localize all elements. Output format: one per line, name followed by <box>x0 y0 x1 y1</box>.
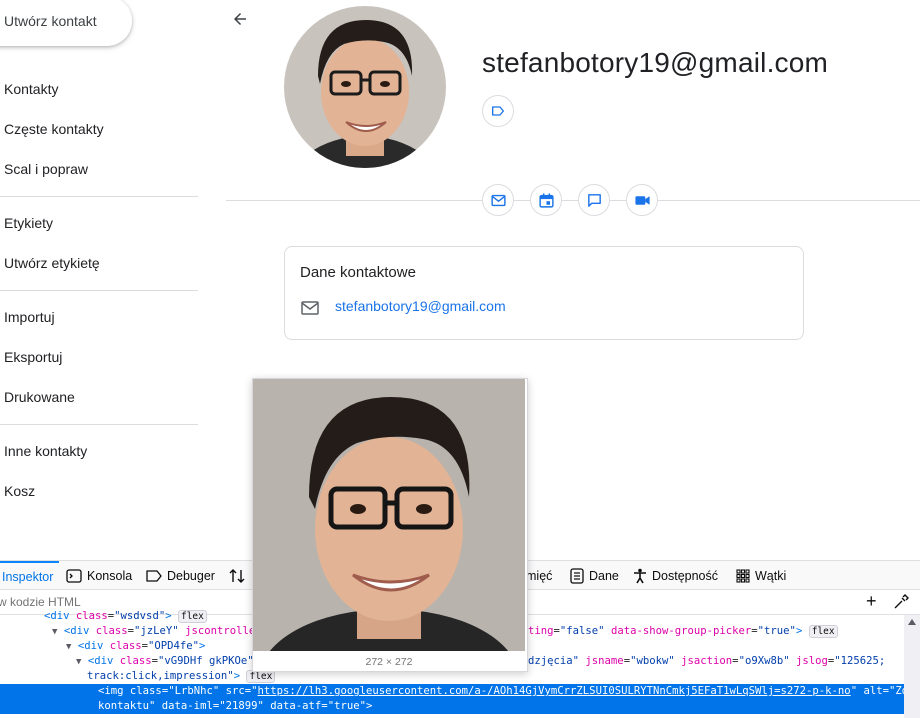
image-preview-tooltip: 272 × 272 <box>252 378 528 672</box>
contact-name: stefanbotory19@gmail.com <box>482 47 829 78</box>
tab-accessibility[interactable]: Dostępność <box>633 561 718 590</box>
tab-application[interactable]: Wątki <box>736 561 786 590</box>
create-contact-button[interactable]: Utwórz kontakt <box>0 0 132 46</box>
accessibility-icon <box>634 568 646 583</box>
contact-details-card: Dane kontaktowe stefanbotory19@gmail.com <box>284 246 804 340</box>
scroll-up-arrow-icon[interactable] <box>908 619 916 625</box>
arrow-left-icon[interactable] <box>231 10 249 28</box>
header-divider <box>226 200 920 201</box>
console-icon <box>66 568 82 583</box>
card-title: Dane kontaktowe <box>300 264 416 281</box>
sidebar-item-import[interactable]: Importuj <box>4 308 55 326</box>
sidebar-item-merge-fix[interactable]: Scal i popraw <box>4 160 88 178</box>
tab-accessibility-label: Dostępność <box>652 568 719 583</box>
markup-line-tail[interactable]: dzjęcia" jsname="wbokw" jsaction="o9Xw8b… <box>528 654 904 669</box>
sidebar-divider <box>0 424 198 425</box>
sidebar-divider <box>0 290 198 291</box>
sidebar-item-trash[interactable]: Kosz <box>4 482 35 500</box>
image-dimensions: 272 × 272 <box>365 656 413 668</box>
video-call-button[interactable] <box>626 184 658 216</box>
tab-application-label: Wątki <box>755 568 787 583</box>
label-button[interactable] <box>482 95 514 127</box>
eyedropper-icon[interactable] <box>893 594 909 610</box>
tab-debugger[interactable]: Debuger <box>146 561 215 590</box>
add-node-icon[interactable]: + <box>866 592 877 610</box>
application-icon <box>736 568 750 583</box>
sidebar-item-frequent[interactable]: Częste kontakty <box>4 120 104 138</box>
sidebar-item-labels[interactable]: Etykiety <box>4 214 53 232</box>
sidebar-item-print[interactable]: Drukowane <box>4 388 75 406</box>
sidebar-item-create-label[interactable]: Utwórz etykietę <box>4 254 100 272</box>
sidebar-item-contacts[interactable]: Kontakty <box>4 80 58 98</box>
tab-network[interactable] <box>229 561 245 590</box>
markup-line-tail[interactable]: ting="false" data-show-group-picker="tru… <box>528 624 904 639</box>
contact-email-link[interactable]: stefanbotory19@gmail.com <box>335 298 506 314</box>
tab-console-label: Konsola <box>87 568 133 583</box>
tab-storage-label: Dane <box>589 568 619 583</box>
tab-console[interactable]: Konsola <box>66 561 132 590</box>
tab-memory-label: mięć <box>526 568 553 583</box>
storage-icon <box>570 567 584 584</box>
tab-debugger-label: Debuger <box>167 568 215 583</box>
chat-icon <box>587 193 601 207</box>
html-search-input[interactable]: w kodzie HTML <box>0 595 81 609</box>
calendar-event-icon <box>538 192 554 208</box>
send-email-button[interactable] <box>482 184 514 216</box>
markup-scrollbar[interactable] <box>904 615 920 718</box>
sidebar-divider <box>0 196 198 197</box>
tab-inspector[interactable]: Inspektor <box>0 561 60 590</box>
label-icon <box>492 106 504 116</box>
tab-storage[interactable]: Dane <box>570 561 619 590</box>
markup-line-selected[interactable]: <img class="LrbNhc" src="https://lh3.goo… <box>0 684 920 714</box>
email-icon <box>490 194 506 206</box>
contact-avatar[interactable] <box>284 6 446 168</box>
contact-photo-preview <box>253 379 525 651</box>
video-call-icon <box>634 195 650 205</box>
chat-button[interactable] <box>578 184 610 216</box>
debugger-icon <box>146 569 162 582</box>
network-icon <box>229 568 245 583</box>
sidebar-item-other-contacts[interactable]: Inne kontakty <box>4 442 87 460</box>
sidebar-item-export[interactable]: Eksportuj <box>4 348 62 366</box>
tab-inspector-label: Inspektor <box>2 569 54 584</box>
schedule-event-button[interactable] <box>530 184 562 216</box>
tab-memory[interactable]: mięć <box>526 561 552 590</box>
create-contact-label: Utwórz kontakt <box>4 13 97 29</box>
email-icon <box>301 301 319 315</box>
